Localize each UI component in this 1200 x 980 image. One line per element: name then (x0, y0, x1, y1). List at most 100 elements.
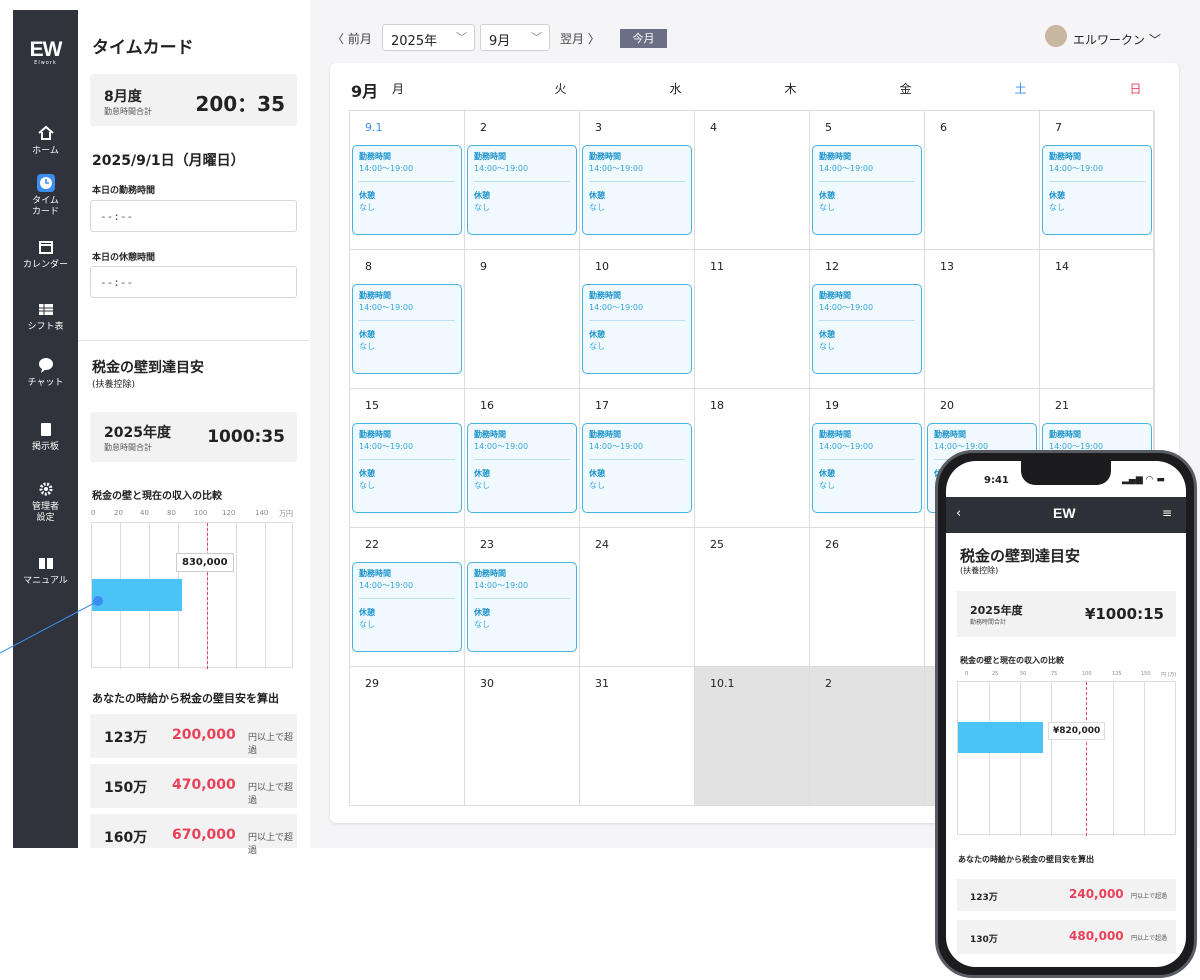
shift-block[interactable]: 勤務時間 14:00〜19:00 休憩なし (582, 423, 692, 513)
calendar-day[interactable]: 2 勤務時間 14:00〜19:00 休憩 なし (465, 111, 580, 250)
calendar-day[interactable]: 5 勤務時間 14:00〜19:00 休憩 なし (810, 111, 925, 250)
nav-timecard[interactable]: タイムカード (13, 174, 78, 218)
day-number: 9 (480, 260, 487, 273)
shift-value: 14:00〜19:00 (589, 303, 644, 312)
shift-block[interactable]: 勤務時間 14:00〜19:00 休憩なし (467, 423, 577, 513)
shift-block[interactable]: 勤務時間 14:00〜19:00 休憩なし (352, 562, 462, 652)
calendar-day[interactable]: 22 勤務時間 14:00〜19:00 休憩 なし (350, 528, 465, 667)
nav-board[interactable]: 掲示板 (13, 420, 78, 453)
shift-block[interactable]: 勤務時間 14:00〜19:00 休憩なし (352, 145, 462, 235)
month-select[interactable]: 9月 ﹀ (480, 24, 550, 51)
year-label: 2025年度 (104, 425, 171, 441)
shift-value: 14:00〜19:00 (359, 164, 414, 173)
year-select[interactable]: 2025年 ﹀ (382, 24, 475, 51)
exceed-note: 円以上で超過 (248, 783, 294, 806)
shift-divider (819, 181, 915, 182)
calendar-day[interactable]: 9 (465, 250, 580, 389)
calendar-day[interactable]: 30 (465, 667, 580, 806)
day-number: 3 (595, 121, 602, 134)
phone-mockup: 9:41 ▂▄▆ ◠ ▬ ‹ EW ≡ 税金の壁到達目安 (扶養控除) 2025… (935, 450, 1197, 978)
calendar-day[interactable]: 3 勤務時間 14:00〜19:00 休憩 なし (580, 111, 695, 250)
calendar-day[interactable]: 14 (1040, 250, 1155, 389)
calendar-day[interactable]: 7 勤務時間 14:00〜19:00 休憩 なし (1040, 111, 1155, 250)
shift-block[interactable]: 勤務時間 14:00〜19:00 休憩なし (582, 284, 692, 374)
nav-manual[interactable]: マニュアル (13, 554, 78, 587)
nav-shift[interactable]: シフト表 (13, 300, 78, 333)
break-time-field[interactable]: --:-- (90, 266, 297, 298)
menu-icon[interactable]: ≡ (1162, 506, 1172, 520)
calendar-day[interactable]: 23 勤務時間 14:00〜19:00 休憩 なし (465, 528, 580, 667)
shift-label: 休憩 (359, 191, 375, 200)
shift-label: 休憩 (474, 191, 490, 200)
calendar-day[interactable]: 29 (350, 667, 465, 806)
shift-block[interactable]: 勤務時間 14:00〜19:00 休憩なし (467, 562, 577, 652)
shift-block[interactable]: 勤務時間 14:00〜19:00 休憩なし (812, 423, 922, 513)
exceed-note: 円以上で超過 (248, 733, 294, 756)
shift-block[interactable]: 勤務時間 14:00〜19:00 休憩なし (352, 423, 462, 513)
current-date: 2025/9/1日（月曜日） (92, 153, 245, 169)
shift-value: なし (589, 203, 605, 212)
calendar-day[interactable]: 12 勤務時間 14:00〜19:00 休憩 なし (810, 250, 925, 389)
day-number: 21 (1055, 399, 1069, 412)
user-name-text: エルワークン (1073, 33, 1146, 47)
calendar-day[interactable]: 6 (925, 111, 1040, 250)
calendar-day[interactable]: 11 (695, 250, 810, 389)
year-total: 1000:35 (207, 427, 285, 447)
calendar-day[interactable]: 10 勤務時間 14:00〜19:00 休憩 なし (580, 250, 695, 389)
shift-label: 休憩 (589, 191, 605, 200)
shift-block[interactable]: 勤務時間 14:00〜19:00 休憩なし (582, 145, 692, 235)
calendar-day[interactable]: 31 (580, 667, 695, 806)
calendar-day[interactable]: 16 勤務時間 14:00〜19:00 休憩 なし (465, 389, 580, 528)
x-tick: 万円 (279, 510, 293, 518)
calendar-day[interactable]: 25 (695, 528, 810, 667)
calendar-month: 9月 (351, 82, 379, 101)
avatar (1045, 25, 1067, 47)
shift-block[interactable]: 勤務時間 14:00〜19:00 休憩なし (812, 145, 922, 235)
calendar-day[interactable]: 2 (810, 667, 925, 806)
calendar-day[interactable]: 4 (695, 111, 810, 250)
calendar-day[interactable]: 18 (695, 389, 810, 528)
day-number: 16 (480, 399, 494, 412)
shift-label: 勤務時間 (359, 152, 391, 161)
shift-block[interactable]: 勤務時間 14:00〜19:00 休憩なし (467, 145, 577, 235)
year-summary: 2025年度 勤怠時間合計 1000:35 (90, 412, 297, 462)
weekday-header: 火 (554, 82, 567, 96)
calendar-day[interactable]: 15 勤務時間 14:00〜19:00 休憩 なし (350, 389, 465, 528)
today-button[interactable]: 今月 (620, 29, 667, 48)
weekday-header: 金 (899, 82, 912, 96)
shift-block[interactable]: 勤務時間 14:00〜19:00 休憩なし (352, 284, 462, 374)
phone-header: ‹ EW ≡ (946, 497, 1186, 533)
calendar-day[interactable]: 26 (810, 528, 925, 667)
weekday-header: 土 (1014, 82, 1027, 96)
nav-label: チャット (27, 378, 64, 388)
prev-month-button[interactable]: 〈 前月 (332, 30, 372, 47)
calendar-day[interactable]: 9.1 勤務時間 14:00〜19:00 休憩 なし (350, 111, 465, 250)
nav-chat[interactable]: チャット (13, 356, 78, 389)
calendar-day[interactable]: 13 (925, 250, 1040, 389)
shift-value: 14:00〜19:00 (1049, 164, 1104, 173)
calendar-day[interactable]: 8 勤務時間 14:00〜19:00 休憩 なし (350, 250, 465, 389)
back-icon[interactable]: ‹ (956, 506, 961, 521)
shift-block[interactable]: 勤務時間 14:00〜19:00 休憩なし (1042, 145, 1152, 235)
day-number: 9.1 (365, 121, 383, 134)
shift-block[interactable]: 勤務時間 14:00〜19:00 休憩なし (812, 284, 922, 374)
tax-subtitle: (扶養控除) (92, 380, 136, 390)
day-number: 11 (710, 260, 724, 273)
home-icon (37, 125, 54, 140)
calendar-day[interactable]: 10.1 (695, 667, 810, 806)
calendar-day[interactable]: 17 勤務時間 14:00〜19:00 休憩 なし (580, 389, 695, 528)
calendar-day[interactable]: 19 勤務時間 14:00〜19:00 休憩 なし (810, 389, 925, 528)
nav-home[interactable]: ホーム (13, 124, 78, 157)
next-month-button[interactable]: 翌月 〉 (560, 30, 600, 47)
day-number: 24 (595, 538, 609, 551)
next-label: 翌月 (560, 32, 585, 46)
work-time-field[interactable]: --:-- (90, 200, 297, 232)
app-logo[interactable]: EW Elwork (13, 39, 78, 66)
nav-admin[interactable]: 管理者設定 (13, 480, 78, 524)
bar-value-label: 830,000 (176, 553, 234, 572)
calendar-day[interactable]: 24 (580, 528, 695, 667)
shift-value: なし (359, 481, 375, 490)
gridline (1113, 682, 1114, 836)
x-tick: 120 (222, 509, 236, 517)
nav-calendar[interactable]: カレンダー (13, 238, 78, 271)
